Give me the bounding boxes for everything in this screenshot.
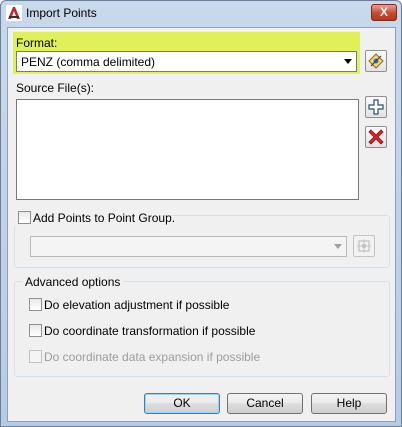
- elevation-adjustment-label: Do elevation adjustment if possible: [44, 298, 230, 312]
- coordinate-transformation-label: Do coordinate transformation if possible: [44, 324, 256, 338]
- point-group-pick-button[interactable]: [353, 235, 375, 257]
- close-icon: X: [379, 5, 388, 19]
- remove-x-icon: [368, 129, 384, 148]
- add-plus-icon: [368, 99, 384, 118]
- add-to-point-group-label: Add Points to Point Group.: [33, 211, 176, 225]
- coordinate-expansion-checkbox[interactable]: [29, 350, 42, 363]
- format-dropdown[interactable]: PENZ (comma delimited): [16, 51, 357, 72]
- cancel-button[interactable]: Cancel: [227, 393, 303, 414]
- point-group-header: Add Points to Point Group.: [14, 210, 175, 226]
- ok-button[interactable]: OK: [144, 393, 220, 414]
- autocad-civil-icon: [6, 5, 22, 21]
- coordinate-expansion-option[interactable]: Do coordinate data expansion if possible: [29, 349, 359, 365]
- point-file-format-manager-icon: [368, 53, 384, 72]
- add-file-button[interactable]: [365, 96, 387, 118]
- coordinate-transformation-checkbox[interactable]: [29, 324, 42, 337]
- help-button[interactable]: Help: [311, 393, 387, 414]
- dialog-body: Format: PENZ (comma delimited) Source Fi…: [7, 27, 396, 422]
- source-files-list[interactable]: [16, 99, 359, 200]
- elevation-adjustment-option[interactable]: Do elevation adjustment if possible: [29, 297, 359, 313]
- point-group-dropdown[interactable]: [30, 236, 347, 257]
- source-files-label: Source File(s):: [16, 81, 95, 95]
- import-points-window: Import Points X Format: PENZ (comma deli…: [0, 0, 402, 427]
- coordinate-expansion-label: Do coordinate data expansion if possible: [44, 350, 261, 364]
- chevron-down-icon: [344, 59, 352, 64]
- title-bar[interactable]: Import Points X: [1, 1, 401, 25]
- window-title: Import Points: [26, 6, 97, 20]
- format-selected-value: PENZ (comma delimited): [21, 55, 156, 69]
- advanced-options-legend: Advanced options: [22, 275, 124, 289]
- close-button[interactable]: X: [371, 4, 397, 21]
- add-to-point-group-checkbox[interactable]: [18, 211, 31, 224]
- format-manager-button[interactable]: [365, 50, 387, 72]
- coordinate-transformation-option[interactable]: Do coordinate transformation if possible: [29, 323, 359, 339]
- chevron-down-icon: [334, 244, 342, 249]
- remove-file-button[interactable]: [365, 126, 387, 148]
- create-point-group-icon: [356, 238, 372, 257]
- format-label: Format:: [16, 36, 58, 50]
- elevation-adjustment-checkbox[interactable]: [29, 298, 42, 311]
